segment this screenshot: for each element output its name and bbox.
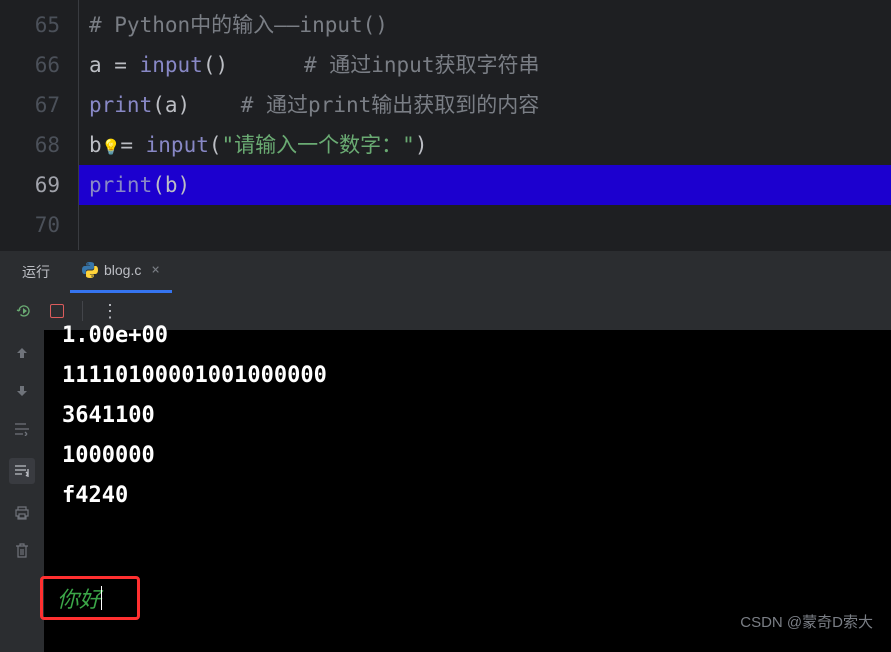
tab-blog[interactable]: blog.c × xyxy=(70,251,172,293)
console-line: 1.00e+00 xyxy=(62,316,873,356)
scroll-to-end-icon[interactable] xyxy=(9,458,35,484)
lightbulb-icon[interactable]: 💡 xyxy=(102,138,121,156)
line-number[interactable]: 68 xyxy=(0,125,78,165)
up-arrow-icon[interactable] xyxy=(13,344,31,362)
line-gutter: 65 66 67 68 69 70 xyxy=(0,0,78,250)
line-number[interactable]: 65 xyxy=(0,5,78,45)
code-content[interactable]: # Python中的输入——input() a = input() # 通过in… xyxy=(78,0,891,250)
code-line[interactable]: print(a) # 通过print输出获取到的内容 xyxy=(79,85,891,125)
side-toolbar xyxy=(0,330,44,652)
run-label[interactable]: 运行 xyxy=(10,262,62,282)
console-line: 3641100 xyxy=(62,396,873,436)
run-panel-bar: 运行 blog.c × xyxy=(0,250,891,292)
line-number[interactable]: 67 xyxy=(0,85,78,125)
code-line[interactable] xyxy=(79,205,891,245)
console-input-text[interactable]: 你好 xyxy=(57,582,101,614)
console-output[interactable]: 1.00e+00 11110100001001000000 3641100 10… xyxy=(44,330,891,652)
python-icon xyxy=(82,262,98,278)
code-line[interactable]: print(b) xyxy=(79,165,891,205)
watermark: CSDN @蒙奇D索大 xyxy=(740,611,873,632)
code-editor: 65 66 67 68 69 70 # Python中的输入——input() … xyxy=(0,0,891,250)
console-line: 1000000 xyxy=(62,436,873,476)
line-number[interactable]: 70 xyxy=(0,205,78,245)
console-line: f4240 xyxy=(62,476,873,516)
code-line[interactable]: a = input() # 通过input获取字符串 xyxy=(79,45,891,85)
console-line: 11110100001001000000 xyxy=(62,356,873,396)
print-icon[interactable] xyxy=(13,504,31,522)
trash-icon[interactable] xyxy=(13,542,31,560)
rerun-icon[interactable] xyxy=(16,303,32,319)
line-number[interactable]: 66 xyxy=(0,45,78,85)
close-icon[interactable]: × xyxy=(151,262,159,278)
input-highlight-box: 你好 xyxy=(40,576,140,620)
code-line[interactable]: # Python中的输入——input() xyxy=(79,5,891,45)
tab-name: blog.c xyxy=(104,262,141,278)
soft-wrap-icon[interactable] xyxy=(13,420,31,438)
code-line[interactable]: b💡= input("请输入一个数字：") xyxy=(79,125,891,165)
text-cursor xyxy=(101,586,102,610)
line-number[interactable]: 69 xyxy=(0,165,78,205)
down-arrow-icon[interactable] xyxy=(13,382,31,400)
